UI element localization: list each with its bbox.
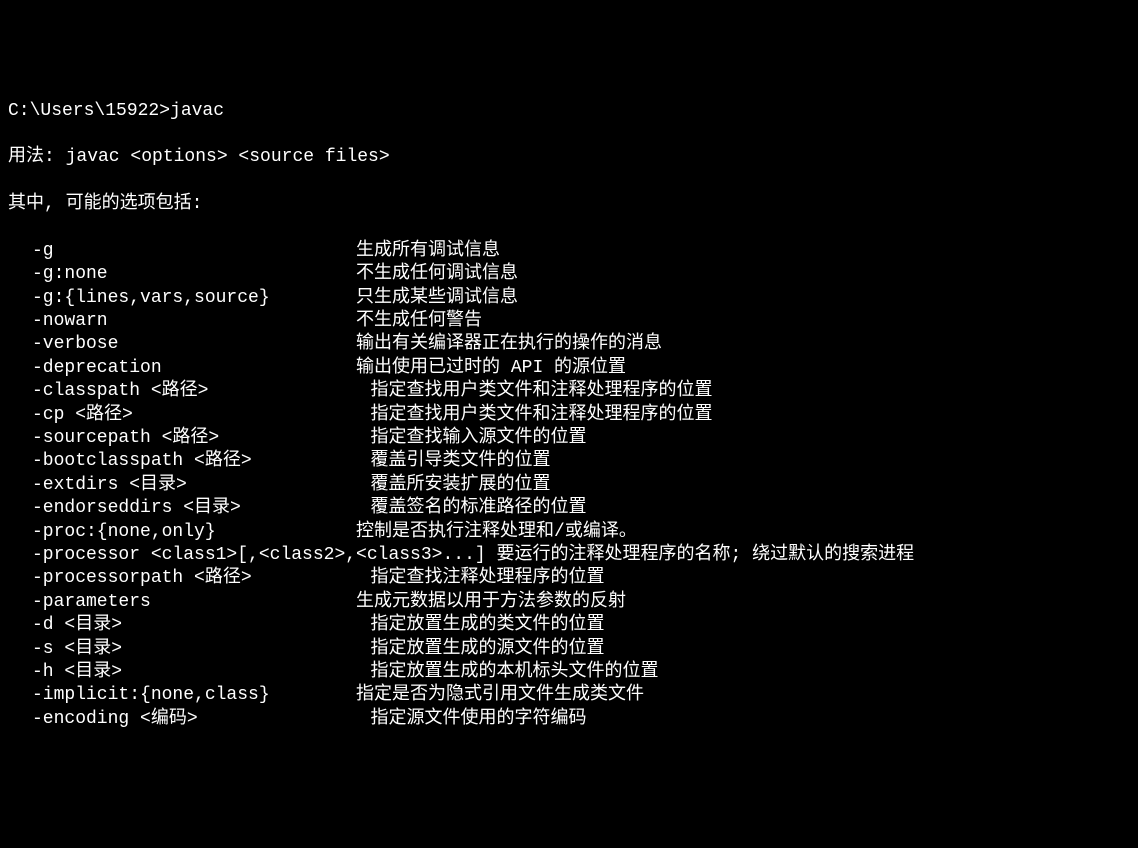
option-line: -nowarn 不生成任何警告 — [8, 310, 1130, 333]
option-line: -deprecation 输出使用已过时的 API 的源位置 — [8, 357, 1130, 380]
option-line: -encoding <编码> 指定源文件使用的字符编码 — [8, 708, 1130, 731]
option-line: -classpath <路径> 指定查找用户类文件和注释处理程序的位置 — [8, 380, 1130, 403]
option-line: -g:{lines,vars,source} 只生成某些调试信息 — [8, 287, 1130, 310]
option-line: -processorpath <路径> 指定查找注释处理程序的位置 — [8, 567, 1130, 590]
option-line: -h <目录> 指定放置生成的本机标头文件的位置 — [8, 661, 1130, 684]
options-header: 其中, 可能的选项包括: — [8, 193, 1130, 216]
option-line: -endorseddirs <目录> 覆盖签名的标准路径的位置 — [8, 497, 1130, 520]
option-line: -parameters 生成元数据以用于方法参数的反射 — [8, 591, 1130, 614]
option-line: -cp <路径> 指定查找用户类文件和注释处理程序的位置 — [8, 404, 1130, 427]
command-prompt-line: C:\Users\15922>javac — [8, 100, 1130, 123]
option-line: -g 生成所有调试信息 — [8, 240, 1130, 263]
options-list: -g 生成所有调试信息-g:none 不生成任何调试信息-g:{lines,va… — [8, 240, 1130, 731]
option-line: -sourcepath <路径> 指定查找输入源文件的位置 — [8, 427, 1130, 450]
option-line: -s <目录> 指定放置生成的源文件的位置 — [8, 638, 1130, 661]
option-line: -implicit:{none,class} 指定是否为隐式引用文件生成类文件 — [8, 684, 1130, 707]
usage-line: 用法: javac <options> <source files> — [8, 146, 1130, 169]
option-line: -verbose 输出有关编译器正在执行的操作的消息 — [8, 333, 1130, 356]
option-line: -bootclasspath <路径> 覆盖引导类文件的位置 — [8, 450, 1130, 473]
option-line: -g:none 不生成任何调试信息 — [8, 263, 1130, 286]
option-line: -processor <class1>[,<class2>,<class3>..… — [8, 544, 1130, 567]
option-line: -extdirs <目录> 覆盖所安装扩展的位置 — [8, 474, 1130, 497]
option-line: -proc:{none,only} 控制是否执行注释处理和/或编译。 — [8, 521, 1130, 544]
option-line: -d <目录> 指定放置生成的类文件的位置 — [8, 614, 1130, 637]
